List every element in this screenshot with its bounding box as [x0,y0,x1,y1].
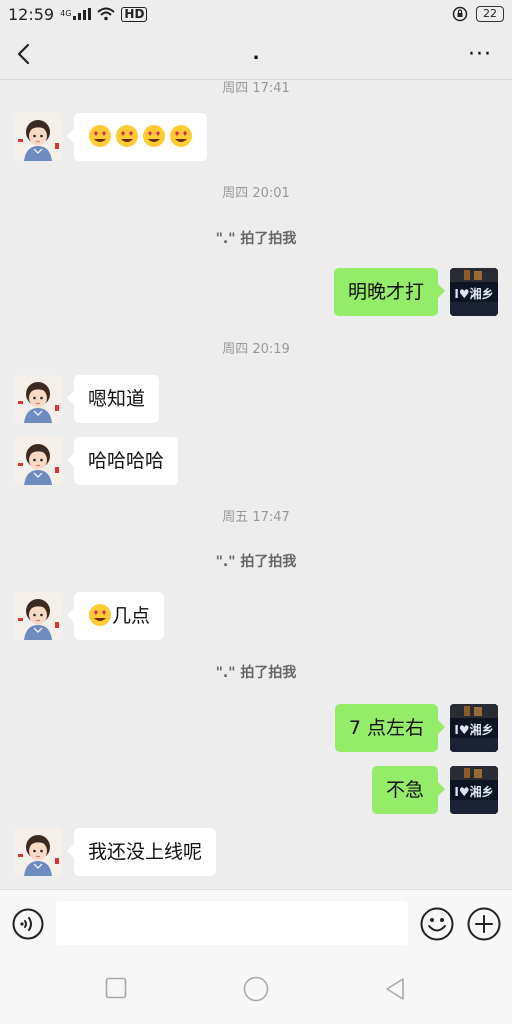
hd-badge: HD [121,6,148,22]
rotation-lock-icon [452,6,468,22]
network-type-label: 4G [60,8,72,18]
heart-eyes-emoji-icon [116,124,138,147]
input-bar [0,889,512,957]
voice-icon[interactable] [12,908,44,940]
outgoing-message[interactable]: 7 点左右 [334,704,446,752]
triangle-back-icon[interactable] [384,977,406,1001]
more-dots-icon[interactable]: ··· [468,42,492,67]
my-avatar-image: I♥湘乡 [450,704,498,752]
incoming-message[interactable]: 我还没上线呢 [66,828,217,876]
outgoing-message[interactable]: 不急 [371,766,446,814]
my-avatar-text: I♥湘乡 [454,784,493,799]
message-list[interactable]: 周四 17:41 周四 20:01 "." 拍了拍我 明晚才打 I♥湘乡 周四 … [0,81,512,889]
my-avatar-image: I♥湘乡 [450,268,498,316]
chat-title: . [252,43,260,64]
back-chevron-icon[interactable] [12,40,38,68]
status-bar: 12:59 4G HD 22 [0,0,512,28]
chat-screen: 12:59 4G HD 22 . ··· 周四 17:41 周四 20:01 "… [0,0,512,1024]
message-input[interactable] [56,901,408,945]
pat-system-message: "." 拍了拍我 [215,554,297,570]
contact-avatar[interactable] [14,113,62,161]
timestamp: 周四 17:41 [222,81,290,96]
heart-eyes-emoji-icon [89,603,111,626]
my-avatar[interactable]: I♥湘乡 [450,766,498,814]
contact-avatar[interactable] [14,828,62,876]
heart-eyes-emoji-icon [89,124,111,147]
contact-avatar-image [14,437,62,485]
heart-eyes-emoji-icon [170,124,192,147]
pat-system-message: "." 拍了拍我 [215,665,297,681]
outgoing-message[interactable]: 明晚才打 [333,268,446,316]
wifi-icon [97,7,116,21]
square-icon[interactable] [105,977,127,999]
system-nav-bar [0,957,512,1024]
chat-header: . ··· [0,28,512,80]
contact-avatar[interactable] [14,592,62,640]
timestamp: 周四 20:19 [222,342,290,357]
status-time: 12:59 [8,4,55,24]
contact-avatar-image [14,592,62,640]
cell-signal-icon [73,8,92,20]
contact-avatar[interactable] [14,375,62,423]
contact-avatar-image [14,113,62,161]
my-avatar[interactable]: I♥湘乡 [450,704,498,752]
circle-icon[interactable] [243,976,269,1002]
incoming-message[interactable]: 嗯知道 [66,375,160,423]
contact-avatar[interactable] [14,437,62,485]
pat-system-message: "." 拍了拍我 [215,231,297,247]
contact-avatar-image [14,375,62,423]
my-avatar[interactable]: I♥湘乡 [450,268,498,316]
smiley-icon[interactable] [420,907,454,941]
incoming-message[interactable]: 几点 [66,592,165,640]
plus-icon[interactable] [467,907,501,941]
heart-eyes-emoji-icon [143,124,165,147]
contact-avatar-image [14,828,62,876]
my-avatar-text: I♥湘乡 [454,722,493,737]
battery-indicator: 22 [476,6,504,22]
incoming-message[interactable]: 哈哈哈哈 [66,437,179,485]
incoming-emoji-message[interactable] [67,113,207,161]
timestamp: 周四 20:01 [222,186,290,201]
my-avatar-text: I♥湘乡 [454,286,493,301]
my-avatar-image: I♥湘乡 [450,766,498,814]
timestamp: 周五 17:47 [222,510,290,525]
message-text: 几点 [112,605,151,627]
